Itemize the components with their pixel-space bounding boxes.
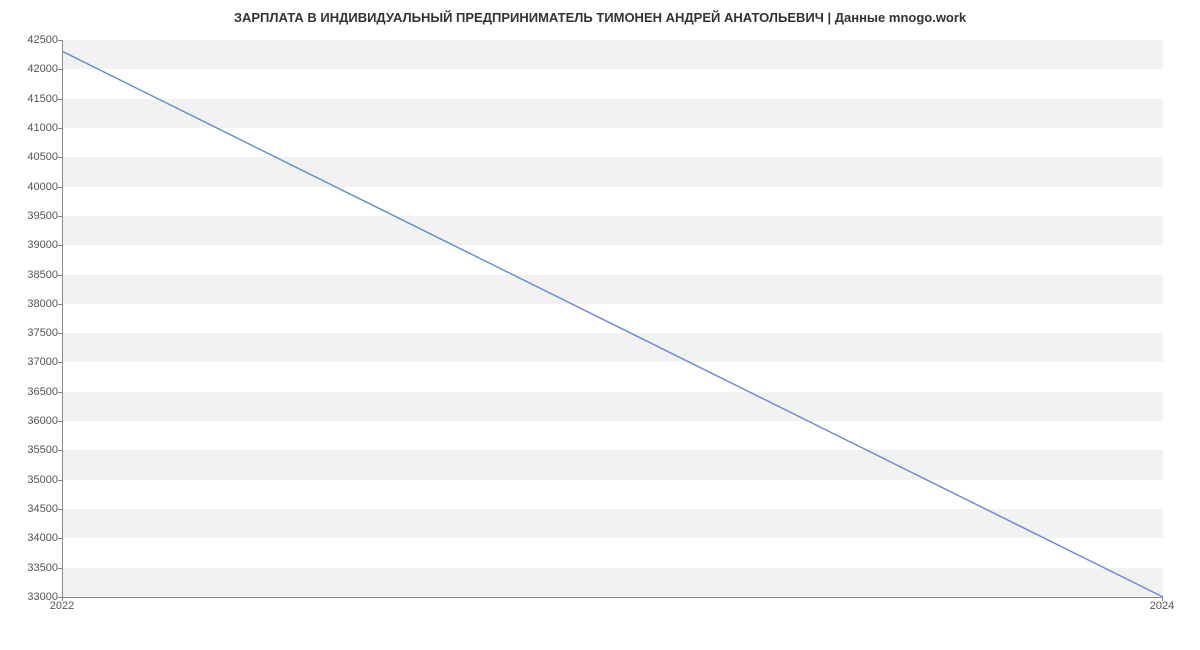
- y-tick: [58, 99, 62, 100]
- y-tick-label: 36000: [8, 415, 58, 427]
- y-tick-label: 34500: [8, 503, 58, 515]
- chart-title: ЗАРПЛАТА В ИНДИВИДУАЛЬНЫЙ ПРЕДПРИНИМАТЕЛ…: [0, 0, 1200, 25]
- y-tick: [58, 216, 62, 217]
- y-tick-label: 42000: [8, 63, 58, 75]
- plot-area: [62, 40, 1163, 598]
- y-tick-label: 40500: [8, 151, 58, 163]
- y-tick-label: 38500: [8, 269, 58, 281]
- y-tick: [58, 392, 62, 393]
- y-tick: [58, 509, 62, 510]
- x-tick: [62, 597, 63, 601]
- y-tick: [58, 362, 62, 363]
- y-tick-label: 41500: [8, 93, 58, 105]
- y-tick-label: 39000: [8, 239, 58, 251]
- y-tick-label: 37500: [8, 327, 58, 339]
- y-tick: [58, 245, 62, 246]
- x-tick-label: 2022: [50, 600, 74, 612]
- y-tick: [58, 128, 62, 129]
- y-tick-label: 40000: [8, 181, 58, 193]
- y-tick-label: 42500: [8, 34, 58, 46]
- y-tick: [58, 275, 62, 276]
- y-tick: [58, 40, 62, 41]
- y-tick: [58, 333, 62, 334]
- chart-container: ЗАРПЛАТА В ИНДИВИДУАЛЬНЫЙ ПРЕДПРИНИМАТЕЛ…: [0, 0, 1200, 650]
- y-tick-label: 33500: [8, 562, 58, 574]
- y-tick-label: 35500: [8, 444, 58, 456]
- line-series: [63, 40, 1163, 597]
- y-tick-label: 41000: [8, 122, 58, 134]
- y-tick: [58, 69, 62, 70]
- y-tick: [58, 187, 62, 188]
- y-tick-label: 35000: [8, 474, 58, 486]
- y-tick-label: 36500: [8, 386, 58, 398]
- y-tick: [58, 450, 62, 451]
- y-tick: [58, 421, 62, 422]
- y-tick: [58, 157, 62, 158]
- y-tick-label: 38000: [8, 298, 58, 310]
- x-tick-label: 2024: [1150, 600, 1174, 612]
- y-tick: [58, 304, 62, 305]
- y-tick-label: 37000: [8, 356, 58, 368]
- y-tick: [58, 480, 62, 481]
- y-tick: [58, 568, 62, 569]
- y-tick-label: 39500: [8, 210, 58, 222]
- y-tick: [58, 538, 62, 539]
- y-tick-label: 34000: [8, 532, 58, 544]
- x-tick: [1162, 597, 1163, 601]
